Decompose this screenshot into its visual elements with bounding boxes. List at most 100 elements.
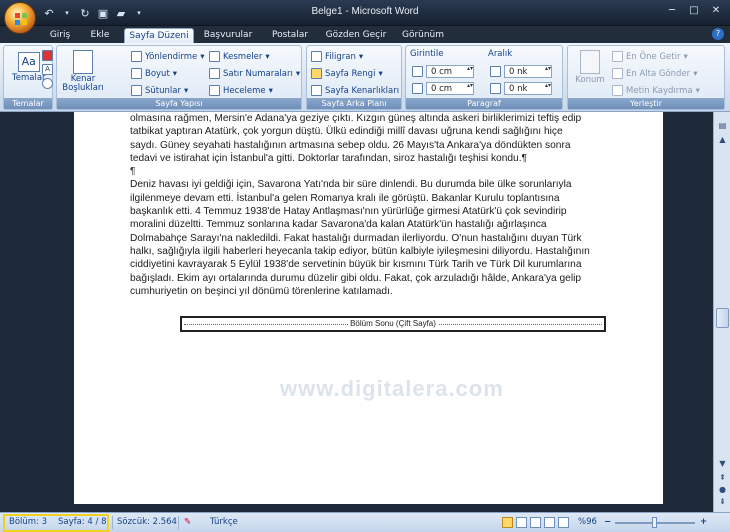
previous-page-icon[interactable]: ⇞ [716, 472, 729, 484]
tab-gorunum[interactable]: Görünüm [400, 28, 446, 43]
status-separator [178, 516, 179, 529]
paragraph[interactable]: olmasına rağmen, Mersin'e Adana'ya geziy… [130, 112, 590, 165]
maximize-icon[interactable]: □ [684, 3, 704, 18]
breaks-label: Kesmeler [223, 51, 263, 62]
tab-basvurular[interactable]: Başvurular [202, 28, 254, 43]
ruler-toggle-icon[interactable]: ▤ [716, 120, 729, 132]
columns-button[interactable]: Sütunlar ▾ [131, 85, 188, 96]
zoom-level[interactable]: %96 [578, 517, 597, 527]
scroll-up-icon[interactable]: ▲ [716, 134, 729, 146]
vertical-scrollbar[interactable]: ▤ ▲ ▼ ⇞ ● ⇟ [713, 112, 730, 512]
tab-gozden-gecir[interactable]: Gözden Geçir [324, 28, 388, 43]
orientation-button[interactable]: Yönlendirme ▾ [131, 51, 205, 62]
breaks-icon [209, 51, 220, 62]
ribbon-tabs: Giriş Ekle Sayfa Düzeni Başvurular Posta… [0, 26, 730, 43]
themes-label: Temalar [12, 73, 46, 83]
line-numbers-label: Satır Numaraları [223, 68, 293, 79]
theme-effects-icon[interactable] [42, 78, 53, 89]
full-screen-reading-view-icon[interactable] [516, 517, 527, 528]
size-icon [131, 68, 142, 79]
text-wrapping-button[interactable]: Metin Kaydırma ▾ [612, 85, 700, 96]
theme-colors-icon[interactable] [42, 50, 53, 61]
watermark-text: www.digitalera.com [280, 376, 504, 401]
spacing-heading: Aralık [488, 49, 513, 59]
document-text[interactable]: olmasına rağmen, Mersin'e Adana'ya geziy… [130, 112, 590, 298]
ribbon: Aa Temalar A Temalar Kenar Boşlukları Yö… [0, 43, 730, 112]
group-label-sayfa-arka-plani: Sayfa Arka Planı [307, 98, 401, 109]
zoom-out-icon[interactable]: − [604, 517, 611, 527]
margins-button[interactable]: Kenar Boşlukları [62, 50, 104, 93]
status-word-count[interactable]: Sözcük: 2.564 [117, 517, 177, 527]
send-to-back-icon [612, 68, 623, 79]
indent-right-icon [412, 83, 423, 94]
position-icon [580, 50, 600, 74]
document-page[interactable]: olmasına rağmen, Mersin'e Adana'ya geziy… [74, 112, 663, 504]
position-button[interactable]: Konum [572, 50, 608, 85]
group-sayfa-yapisi: Kenar Boşlukları Yönlendirme ▾ Boyut ▾ S… [56, 45, 302, 110]
indent-right-input[interactable]: 0 cm [426, 82, 474, 95]
line-numbers-icon [209, 68, 220, 79]
watermark-button[interactable]: Filigran ▾ [311, 51, 363, 62]
spacing-after-input[interactable]: 0 nk [504, 82, 552, 95]
browse-object-icon[interactable]: ● [716, 484, 729, 496]
breaks-button[interactable]: Kesmeler ▾ [209, 51, 270, 62]
bring-to-front-icon [612, 51, 623, 62]
line-numbers-button[interactable]: Satır Numaraları ▾ [209, 68, 300, 79]
scroll-down-icon[interactable]: ▼ [716, 458, 729, 470]
indent-left-input[interactable]: 0 cm [426, 65, 474, 78]
page-color-button[interactable]: Sayfa Rengi ▾ [311, 68, 383, 79]
close-icon[interactable]: ✕ [706, 3, 726, 18]
section-break-label: Bölüm Sonu (Çift Sayfa) [348, 319, 438, 328]
page-borders-button[interactable]: Sayfa Kenarlıkları [311, 85, 399, 96]
zoom-in-icon[interactable]: + [700, 517, 707, 527]
themes-button[interactable]: Aa Temalar [12, 52, 46, 83]
tab-giris[interactable]: Giriş [44, 28, 76, 43]
page-borders-label: Sayfa Kenarlıkları [325, 85, 400, 96]
theme-fonts-icon[interactable]: A [42, 64, 53, 75]
document-area: olmasına rağmen, Mersin'e Adana'ya geziy… [0, 112, 713, 512]
window-title: Belge1 - Microsoft Word [311, 6, 419, 17]
tab-ekle[interactable]: Ekle [86, 28, 114, 43]
zoom-slider-thumb[interactable] [652, 517, 657, 528]
minimize-icon[interactable]: ─ [662, 3, 682, 18]
hyphenation-button[interactable]: Heceleme ▾ [209, 85, 273, 96]
bring-to-front-button[interactable]: En Öne Getir ▾ [612, 51, 688, 62]
text-wrapping-label: Metin Kaydırma [626, 85, 693, 96]
spacing-after-icon [490, 83, 501, 94]
proofing-icon[interactable]: ✎ [184, 517, 191, 527]
group-temalar: Aa Temalar A Temalar [3, 45, 53, 110]
orientation-icon [131, 51, 142, 62]
size-button[interactable]: Boyut ▾ [131, 68, 177, 79]
margins-label: Kenar Boşlukları [62, 74, 104, 93]
print-layout-view-icon[interactable] [502, 517, 513, 528]
spacing-before-input[interactable]: 0 nk [504, 65, 552, 78]
web-layout-view-icon[interactable] [530, 517, 541, 528]
group-yerlestir: Konum En Öne Getir ▾ En Alta Gönder ▾ Me… [567, 45, 725, 110]
tab-sayfa-duzeni[interactable]: Sayfa Düzeni [124, 28, 194, 43]
group-label-paragraf: Paragraf [406, 98, 562, 109]
status-section[interactable]: Bölüm: 3 [9, 517, 47, 527]
hyphenation-label: Heceleme [223, 85, 266, 96]
text-wrapping-icon [612, 85, 623, 96]
group-label-temalar: Temalar [4, 98, 52, 109]
section-break[interactable]: Bölüm Sonu (Çift Sayfa) [180, 316, 606, 332]
send-to-back-button[interactable]: En Alta Gönder ▾ [612, 68, 697, 79]
position-label: Konum [575, 75, 605, 85]
status-language[interactable]: Türkçe [210, 517, 238, 527]
empty-paragraph-mark[interactable]: ¶ [130, 165, 590, 178]
status-page[interactable]: Sayfa: 4 / 8 [58, 517, 107, 527]
hyphenation-icon [209, 85, 220, 96]
send-to-back-label: En Alta Gönder [626, 68, 691, 79]
help-icon[interactable]: ? [712, 28, 724, 40]
next-page-icon[interactable]: ⇟ [716, 496, 729, 508]
office-button[interactable] [4, 2, 36, 34]
tab-postalar[interactable]: Postalar [268, 28, 312, 43]
paragraph[interactable]: Deniz havası iyi geldiği için, Savarona … [130, 178, 590, 298]
outline-view-icon[interactable] [544, 517, 555, 528]
spacing-before-icon [490, 66, 501, 77]
status-bar: Bölüm: 3 Sayfa: 4 / 8 Sözcük: 2.564 ✎ Tü… [0, 512, 730, 532]
columns-label: Sütunlar [145, 85, 181, 96]
draft-view-icon[interactable] [558, 517, 569, 528]
status-separator [112, 516, 113, 529]
scrollbar-thumb[interactable] [716, 308, 729, 328]
